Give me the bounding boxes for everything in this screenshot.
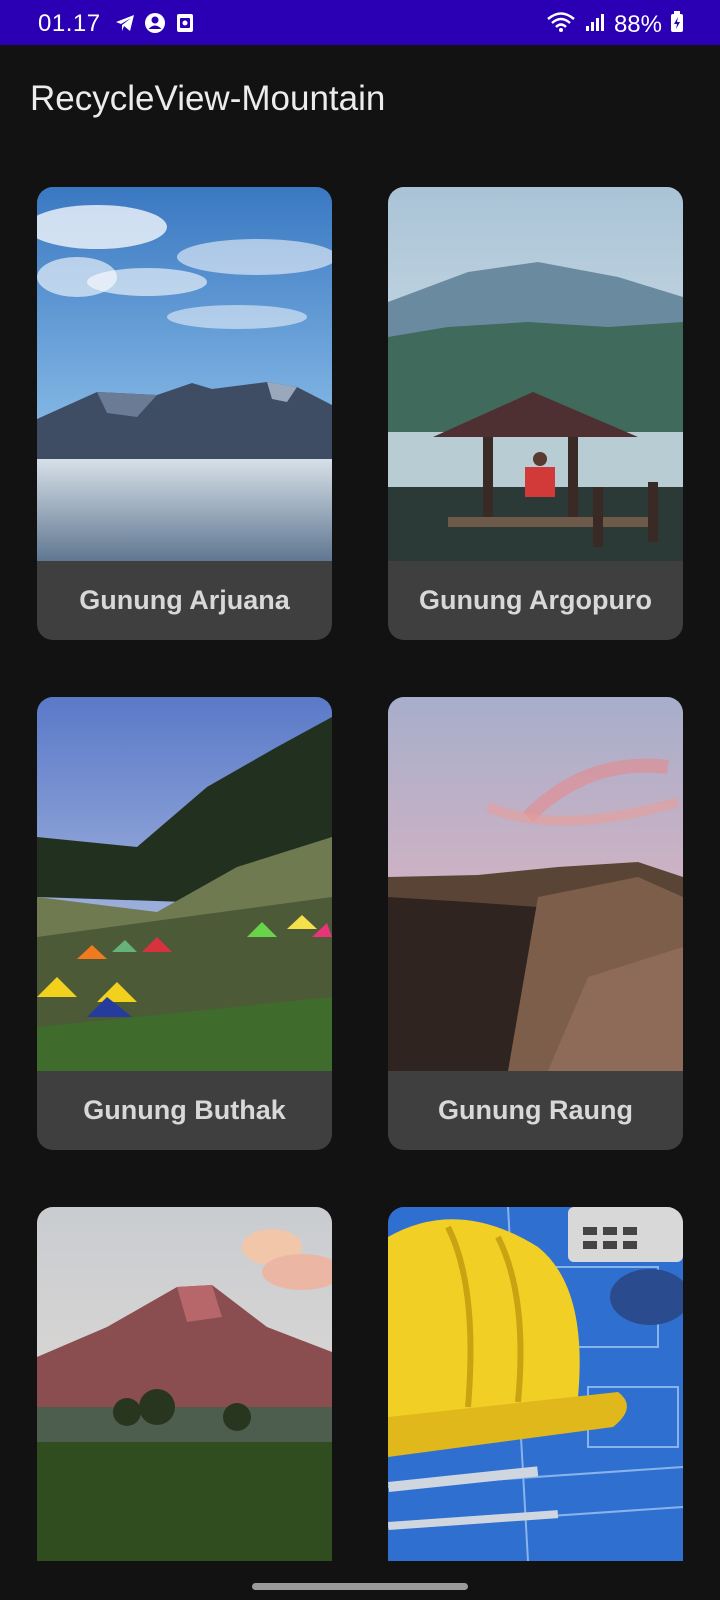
mountain-card[interactable]: Gunung Buthak <box>37 697 332 1150</box>
mountain-image <box>37 1207 332 1561</box>
mountain-image <box>388 697 683 1071</box>
mountain-image <box>388 187 683 561</box>
mountain-card[interactable] <box>37 1207 332 1561</box>
mountain-card[interactable]: Gunung Arjuana <box>37 187 332 640</box>
mountain-name: Gunung Buthak <box>83 1095 286 1125</box>
mountain-name: Gunung Argopuro <box>419 585 652 615</box>
mountain-image <box>37 187 332 561</box>
mountain-card[interactable]: Gunung Argopuro <box>388 187 683 640</box>
mountain-image <box>37 697 332 1071</box>
mountain-grid[interactable]: Gunung Arjuana Gunung Argopuro Gunung Bu… <box>0 0 720 1600</box>
mountain-name: Gunung Arjuana <box>79 585 290 615</box>
mountain-card[interactable] <box>388 1207 683 1561</box>
gesture-nav-handle[interactable] <box>252 1583 468 1590</box>
mountain-image <box>388 1207 683 1561</box>
mountain-card[interactable]: Gunung Raung <box>388 697 683 1150</box>
mountain-name: Gunung Raung <box>438 1095 633 1125</box>
